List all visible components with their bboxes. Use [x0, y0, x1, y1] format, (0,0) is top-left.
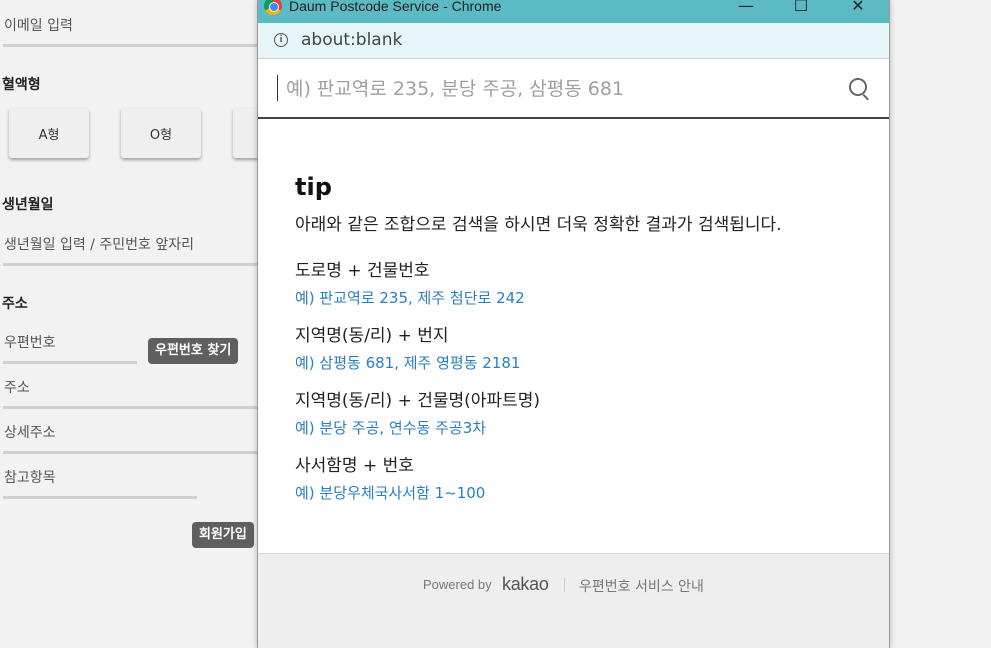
popup-footer: Powered by kakao 우편번호 서비스 안내 — [258, 553, 889, 648]
email-underline — [3, 44, 258, 47]
search-bar — [258, 58, 889, 119]
close-icon[interactable]: ✕ — [843, 0, 873, 16]
address-bar[interactable]: i about:blank — [258, 23, 889, 58]
tip-description: 아래와 같은 조합으로 검색을 하시면 더욱 정확한 결과가 검색됩니다. — [295, 215, 782, 235]
blood-type-o-button[interactable]: O형 — [121, 108, 201, 158]
tip-item-example: 예) 분당우체국사서함 1~100 — [295, 484, 486, 502]
tip-item-head: 도로명 + 건물번호 — [295, 261, 430, 281]
blood-type-label: 혈액형 — [2, 77, 41, 93]
url-text[interactable]: about:blank — [301, 30, 402, 50]
maximize-icon[interactable]: ☐ — [786, 0, 816, 16]
address-field[interactable]: 주소 — [4, 377, 30, 397]
tip-item-example: 예) 판교역로 235, 제주 첨단로 242 — [295, 289, 525, 307]
info-icon[interactable]: i — [274, 33, 288, 47]
detail-address-underline — [3, 451, 258, 454]
address-label: 주소 — [2, 296, 28, 312]
tip-item-head: 지역명(동/리) + 번지 — [295, 326, 449, 346]
zipcode-underline — [3, 361, 137, 364]
birth-label: 생년월일 — [2, 197, 54, 213]
search-input[interactable] — [284, 71, 828, 107]
find-zipcode-button[interactable]: 우편번호 찾기 — [148, 338, 239, 364]
reference-field[interactable]: 참고항목 — [4, 467, 56, 487]
birth-field[interactable]: 생년월일 입력 / 주민번호 앞자리 — [4, 234, 194, 254]
signup-button[interactable]: 회원가입 — [192, 522, 254, 548]
search-icon[interactable] — [849, 78, 867, 96]
blood-type-a-button[interactable]: A형 — [9, 108, 89, 158]
detail-address-field[interactable]: 상세주소 — [4, 422, 56, 442]
text-cursor — [277, 75, 278, 101]
footer-divider — [564, 578, 565, 592]
chrome-icon — [264, 0, 282, 15]
postcode-popup-window: Daum Postcode Service - Chrome — ☐ ✕ i a… — [257, 0, 890, 648]
powered-by-text: Powered by — [423, 577, 492, 592]
tip-item-head: 지역명(동/리) + 건물명(아파트명) — [295, 391, 540, 411]
service-guide-link[interactable]: 우편번호 서비스 안내 — [579, 576, 704, 596]
tip-item-example: 예) 분당 주공, 연수동 주공3차 — [295, 419, 487, 437]
email-field[interactable]: 이메일 입력 — [4, 15, 73, 35]
minimize-icon[interactable]: — — [731, 0, 761, 16]
tip-item-example: 예) 삼평동 681, 제주 영평동 2181 — [295, 354, 521, 372]
window-titlebar[interactable]: Daum Postcode Service - Chrome — ☐ ✕ — [258, 0, 889, 23]
kakao-logo[interactable]: kakao — [502, 574, 549, 595]
address-underline — [3, 406, 258, 409]
tip-item-head: 사서함명 + 번호 — [295, 456, 414, 476]
tip-title: tip — [295, 173, 332, 201]
reference-underline — [3, 496, 197, 499]
zipcode-field[interactable]: 우편번호 — [4, 332, 56, 352]
window-title: Daum Postcode Service - Chrome — [289, 0, 502, 14]
birth-underline — [3, 263, 258, 266]
